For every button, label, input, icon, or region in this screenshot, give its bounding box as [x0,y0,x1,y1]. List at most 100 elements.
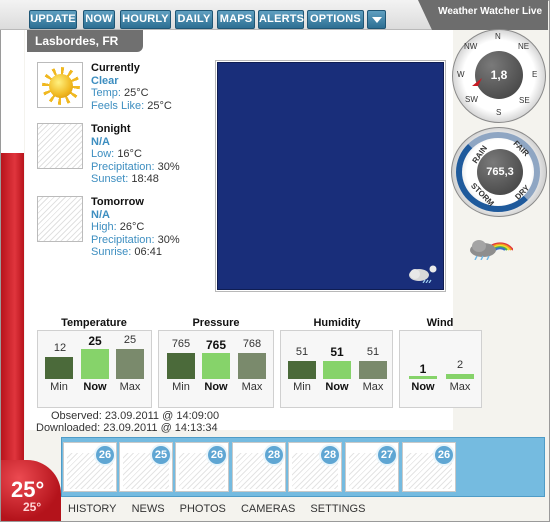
forecast-temp-badge: 26 [433,444,455,466]
precip-value: 30% [157,160,180,173]
wind-direction-pointer-icon [472,78,482,86]
tomorrow-status: N/A [91,208,110,221]
temperature-min-label: Min [50,381,68,393]
forecast-temp-badge: 26 [94,444,116,466]
wind-max-bar [446,374,474,379]
tomorrow-heading: Tomorrow [91,196,144,208]
thermometer-fill [1,153,24,483]
forecast-day-label: FRI [403,442,418,452]
forecast-temp-badge: 26 [206,444,228,466]
compass-dir-ne: NE [518,42,530,51]
sunset-label: Sunset: [91,173,129,185]
precip-value: 30% [157,233,180,246]
now-button[interactable]: NOW [83,10,115,29]
cameras-link[interactable]: CAMERAS [241,503,295,515]
humidity-max-value: 51 [366,346,380,358]
temperature-max-value: 25 [123,334,137,346]
temp-value: 25°C [124,87,149,99]
temperature-now-value: 25 [88,334,102,348]
humidity-title: Humidity [313,317,361,329]
pressure-max-bar [238,353,266,379]
compass-dir-s: S [496,108,502,117]
tonight-heading: Tonight [91,123,131,135]
temperature-now-label: Now [83,381,107,393]
pressure-min-value: 765 [171,338,191,350]
daily-button[interactable]: DAILY [175,10,213,29]
na-icon [37,196,83,242]
compass-dir-n: N [495,32,501,41]
humidity-max-label: Max [362,381,384,393]
forecast-day-label: THU [346,442,365,452]
temperature-now-bar [81,349,109,379]
compass-dir-sw: SW [465,95,478,104]
wind-max-label: Max [449,381,471,393]
pressure-max-value: 768 [242,338,262,350]
pressure-value: 765,3 [477,149,523,195]
humidity-min-value: 51 [295,346,309,358]
temp-label: Temp: [91,87,121,99]
history-link[interactable]: HISTORY [68,503,117,515]
humidity-min-label: Min [293,381,311,393]
precip-label: Precipitation: [91,160,155,173]
humidity-min-bar [288,361,316,379]
sun-icon [37,62,83,108]
feels-label: Feels Like: [91,99,145,112]
settings-link[interactable]: SETTINGS [310,503,365,515]
pressure-min-label: Min [172,381,190,393]
compass-dir-nw: NW [464,42,478,51]
photos-link[interactable]: PHOTOS [180,503,226,515]
observed-label: Observed: [51,410,102,422]
high-label: High: [91,221,117,233]
forecast-temp-badge: 25 [150,444,172,466]
pressure-min-bar [167,353,195,379]
chevron-down-icon[interactable] [367,10,386,29]
forecast-temp-badge: 28 [263,444,285,466]
maps-button[interactable]: MAPS [217,10,255,29]
compass-dir-w: W [457,70,465,79]
temperature-min-bar [45,357,73,379]
downloaded-value: 23.09.2011 @ 14:13:34 [103,422,218,434]
temperature-min-value: 12 [53,342,67,354]
news-link[interactable]: NEWS [132,503,165,515]
tonight-status: N/A [91,135,110,148]
sunrise-label: Sunrise: [91,246,132,258]
location-label[interactable]: Lasbordes, FR [27,30,143,52]
wind-title: Wind [426,317,454,329]
alerts-button[interactable]: ALERTS [258,10,304,29]
pressure-now-value: 765 [205,338,227,352]
compass-dir-e: E [532,70,538,79]
forecast-temp-badge: 27 [376,444,398,466]
hourly-button[interactable]: HOURLY [120,10,171,29]
wind-now-label: Now [411,381,435,393]
low-value: 16°C [117,148,142,160]
update-button[interactable]: UPDATE [29,10,77,29]
currently-status: Clear [91,74,119,87]
pressure-now-label: Now [204,381,228,393]
precip-label: Precipitation: [91,233,155,246]
na-icon [37,123,83,169]
temperature-max-bar [116,349,144,379]
forecast-day-label: WED [289,442,310,452]
toolbar: UPDATE NOW HOURLY DAILY MAPS ALERTS OPTI… [0,0,548,30]
cloud-rain-icon [409,265,437,283]
options-button[interactable]: OPTIONS [307,10,364,29]
temperature-max-label: Max [119,381,141,393]
bottom-nav: HISTORY NEWS PHOTOS CAMERAS SETTINGS [68,503,377,515]
pressure-max-label: Max [241,381,263,393]
observed-value: 23.09.2011 @ 14:09:00 [104,410,220,422]
radar-map[interactable] [215,60,446,292]
wind-max-value: 2 [456,359,464,371]
downloaded-label: Downloaded: [36,422,101,434]
forecast-day-label: SUN [120,442,140,452]
humidity-max-bar [359,361,387,379]
currently-heading: Currently [91,62,140,74]
sunset-value: 18:48 [131,173,159,185]
forecast-day-label: SAT [64,442,82,452]
cloud-rainbow-icon[interactable] [467,232,513,260]
pressure-now-bar [202,353,230,379]
pressure-title: Pressure [192,317,240,329]
low-label: Low: [91,148,115,160]
forecast-temp-badge: 28 [319,444,341,466]
high-value: 26°C [119,221,145,233]
observed-line: Observed: 23.09.2011 @ 14:09:00 [51,410,219,422]
